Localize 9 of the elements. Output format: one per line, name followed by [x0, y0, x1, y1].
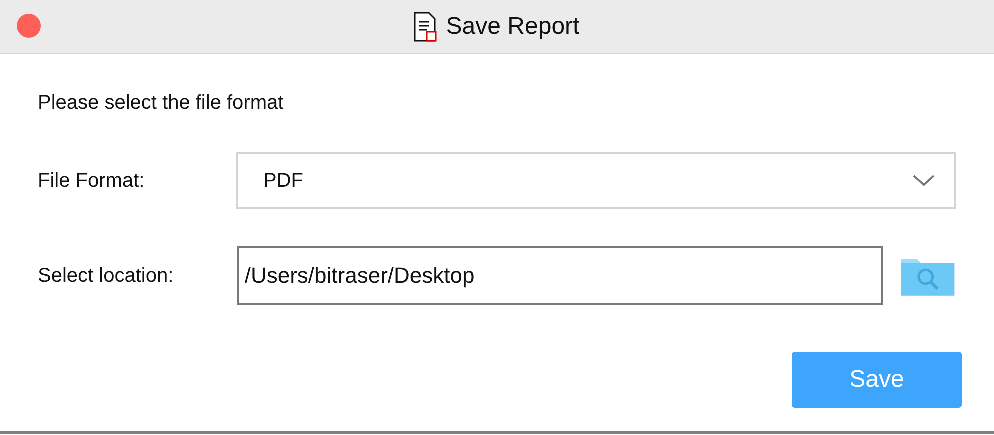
report-icon	[414, 12, 438, 42]
location-label: Select location:	[38, 264, 175, 288]
window-title: Save Report	[446, 12, 580, 42]
file-format-label: File Format:	[38, 168, 146, 194]
prompt-text: Please select the file format	[38, 91, 285, 116]
location-field[interactable]: /Users/bitraser/Desktop	[236, 246, 884, 305]
file-format-select[interactable]: PDF	[236, 152, 956, 209]
close-button[interactable]	[17, 14, 41, 38]
chevron-down-icon	[912, 174, 936, 188]
